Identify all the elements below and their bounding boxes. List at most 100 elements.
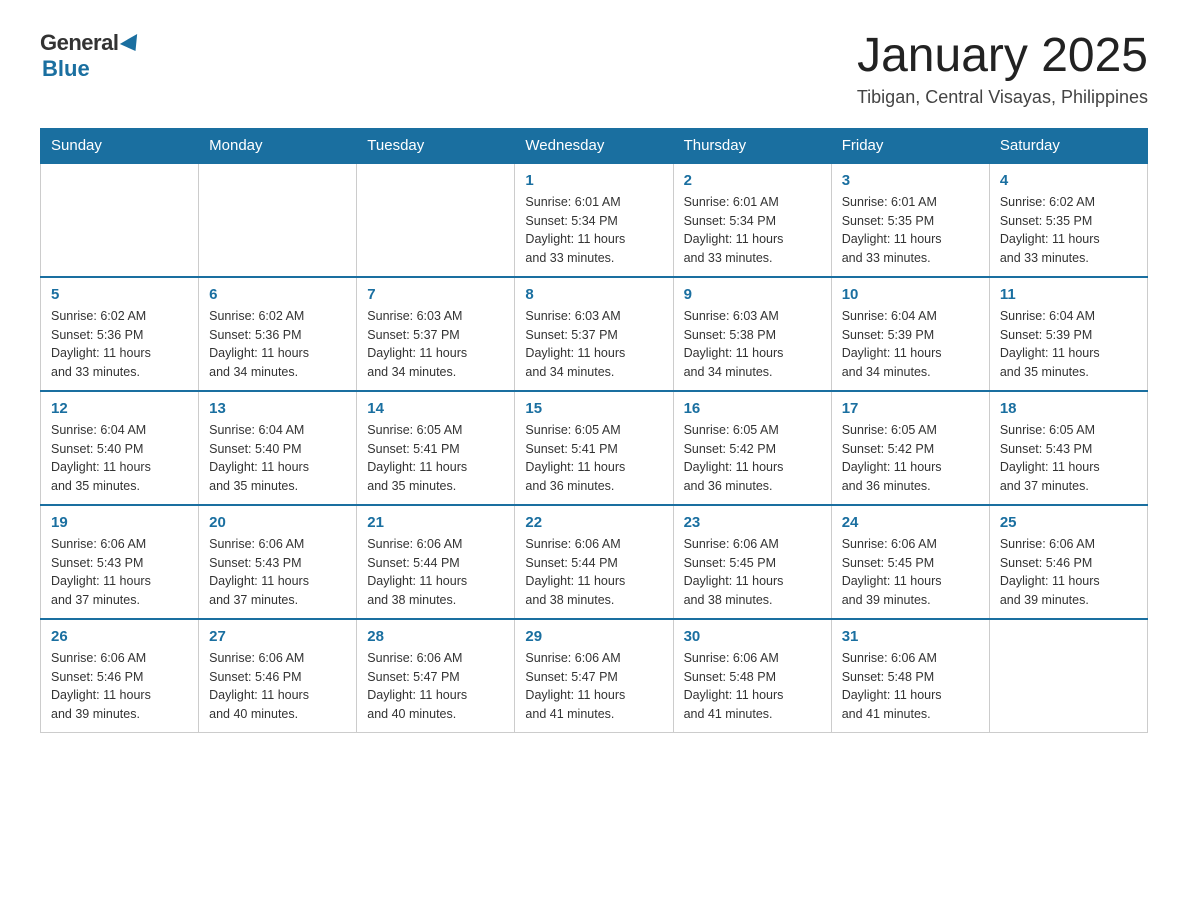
day-number: 28 [367, 628, 504, 645]
calendar-cell: 11 Sunrise: 6:04 AM Sunset: 5:39 PM Dayli… [989, 277, 1147, 391]
day-number: 22 [525, 514, 662, 531]
day-info: Sunrise: 6:06 AM Sunset: 5:43 PM Dayligh… [51, 535, 188, 610]
day-number: 6 [209, 286, 346, 303]
calendar-cell: 31Sunrise: 6:06 AM Sunset: 5:48 PM Dayli… [831, 619, 989, 733]
calendar-cell: 27 Sunrise: 6:06 AM Sunset: 5:46 PM Dayli… [199, 619, 357, 733]
day-number: 24 [842, 514, 979, 531]
day-number: 18 [1000, 400, 1137, 417]
calendar-cell: 20 Sunrise: 6:06 AM Sunset: 5:43 PM Dayli… [199, 505, 357, 619]
calendar-cell [199, 163, 357, 277]
day-info: Sunrise: 6:02 AM Sunset: 5:36 PM Dayligh… [51, 307, 188, 382]
calendar-cell [357, 163, 515, 277]
day-number: 31 [842, 628, 979, 645]
calendar-cell: 6 Sunrise: 6:02 AM Sunset: 5:36 PM Daylig… [199, 277, 357, 391]
calendar-week-row: 12Sunrise: 6:04 AM Sunset: 5:40 PM Dayli… [41, 391, 1148, 505]
calendar-day-header: Thursday [673, 128, 831, 163]
day-number: 11 [1000, 286, 1137, 303]
calendar-cell: 3Sunrise: 6:01 AM Sunset: 5:35 PM Daylig… [831, 163, 989, 277]
calendar-week-row: 1 Sunrise: 6:01 AM Sunset: 5:34 PM Daylig… [41, 163, 1148, 277]
calendar-week-row: 5 Sunrise: 6:02 AM Sunset: 5:36 PM Daylig… [41, 277, 1148, 391]
day-info: Sunrise: 6:04 AM Sunset: 5:39 PM Dayligh… [842, 307, 979, 382]
day-number: 1 [525, 172, 662, 189]
day-info: Sunrise: 6:03 AM Sunset: 5:38 PM Dayligh… [684, 307, 821, 382]
calendar-week-row: 19 Sunrise: 6:06 AM Sunset: 5:43 PM Dayli… [41, 505, 1148, 619]
day-number: 16 [684, 400, 821, 417]
calendar-cell: 9Sunrise: 6:03 AM Sunset: 5:38 PM Daylig… [673, 277, 831, 391]
day-info: Sunrise: 6:04 AM Sunset: 5:40 PM Dayligh… [209, 421, 346, 496]
day-number: 15 [525, 400, 662, 417]
day-info: Sunrise: 6:02 AM Sunset: 5:35 PM Dayligh… [1000, 193, 1137, 268]
page-subtitle: Tibigan, Central Visayas, Philippines [857, 87, 1148, 108]
logo-blue-text: Blue [42, 56, 90, 82]
calendar-cell: 16 Sunrise: 6:05 AM Sunset: 5:42 PM Dayli… [673, 391, 831, 505]
day-number: 2 [684, 172, 821, 189]
calendar-cell: 30 Sunrise: 6:06 AM Sunset: 5:48 PM Dayli… [673, 619, 831, 733]
day-number: 20 [209, 514, 346, 531]
day-info: Sunrise: 6:05 AM Sunset: 5:42 PM Dayligh… [684, 421, 821, 496]
calendar-cell: 5 Sunrise: 6:02 AM Sunset: 5:36 PM Daylig… [41, 277, 199, 391]
calendar-cell: 24 Sunrise: 6:06 AM Sunset: 5:45 PM Dayli… [831, 505, 989, 619]
page-header: General Blue January 2025 Tibigan, Centr… [40, 30, 1148, 108]
calendar-table: SundayMondayTuesdayWednesdayThursdayFrid… [40, 128, 1148, 733]
calendar-cell: 2Sunrise: 6:01 AM Sunset: 5:34 PM Daylig… [673, 163, 831, 277]
day-info: Sunrise: 6:04 AM Sunset: 5:39 PM Dayligh… [1000, 307, 1137, 382]
calendar-cell: 19 Sunrise: 6:06 AM Sunset: 5:43 PM Dayli… [41, 505, 199, 619]
calendar-header-row: SundayMondayTuesdayWednesdayThursdayFrid… [41, 128, 1148, 163]
day-info: Sunrise: 6:05 AM Sunset: 5:43 PM Dayligh… [1000, 421, 1137, 496]
day-info: Sunrise: 6:06 AM Sunset: 5:47 PM Dayligh… [367, 649, 504, 724]
calendar-cell: 15 Sunrise: 6:05 AM Sunset: 5:41 PM Dayli… [515, 391, 673, 505]
day-info: Sunrise: 6:06 AM Sunset: 5:45 PM Dayligh… [684, 535, 821, 610]
day-number: 13 [209, 400, 346, 417]
calendar-cell: 12Sunrise: 6:04 AM Sunset: 5:40 PM Dayli… [41, 391, 199, 505]
logo: General Blue [40, 30, 142, 82]
day-info: Sunrise: 6:06 AM Sunset: 5:47 PM Dayligh… [525, 649, 662, 724]
day-info: Sunrise: 6:05 AM Sunset: 5:41 PM Dayligh… [367, 421, 504, 496]
day-info: Sunrise: 6:01 AM Sunset: 5:34 PM Dayligh… [525, 193, 662, 268]
day-info: Sunrise: 6:06 AM Sunset: 5:48 PM Dayligh… [684, 649, 821, 724]
calendar-cell [989, 619, 1147, 733]
day-number: 10 [842, 286, 979, 303]
day-number: 17 [842, 400, 979, 417]
day-number: 25 [1000, 514, 1137, 531]
calendar-cell: 4Sunrise: 6:02 AM Sunset: 5:35 PM Daylig… [989, 163, 1147, 277]
day-number: 27 [209, 628, 346, 645]
day-info: Sunrise: 6:05 AM Sunset: 5:41 PM Dayligh… [525, 421, 662, 496]
day-info: Sunrise: 6:03 AM Sunset: 5:37 PM Dayligh… [367, 307, 504, 382]
page-title: January 2025 [857, 30, 1148, 83]
day-number: 8 [525, 286, 662, 303]
day-number: 14 [367, 400, 504, 417]
calendar-cell [41, 163, 199, 277]
day-number: 5 [51, 286, 188, 303]
calendar-cell: 22Sunrise: 6:06 AM Sunset: 5:44 PM Dayli… [515, 505, 673, 619]
calendar-cell: 1 Sunrise: 6:01 AM Sunset: 5:34 PM Daylig… [515, 163, 673, 277]
calendar-cell: 8Sunrise: 6:03 AM Sunset: 5:37 PM Daylig… [515, 277, 673, 391]
calendar-day-header: Sunday [41, 128, 199, 163]
title-block: January 2025 Tibigan, Central Visayas, P… [857, 30, 1148, 108]
day-info: Sunrise: 6:06 AM Sunset: 5:43 PM Dayligh… [209, 535, 346, 610]
day-info: Sunrise: 6:06 AM Sunset: 5:44 PM Dayligh… [367, 535, 504, 610]
logo-arrow-icon [120, 34, 144, 56]
calendar-cell: 29 Sunrise: 6:06 AM Sunset: 5:47 PM Dayli… [515, 619, 673, 733]
day-info: Sunrise: 6:06 AM Sunset: 5:46 PM Dayligh… [51, 649, 188, 724]
day-number: 29 [525, 628, 662, 645]
calendar-cell: 17 Sunrise: 6:05 AM Sunset: 5:42 PM Dayli… [831, 391, 989, 505]
day-number: 19 [51, 514, 188, 531]
calendar-cell: 13 Sunrise: 6:04 AM Sunset: 5:40 PM Dayli… [199, 391, 357, 505]
calendar-cell: 18 Sunrise: 6:05 AM Sunset: 5:43 PM Dayli… [989, 391, 1147, 505]
day-info: Sunrise: 6:06 AM Sunset: 5:45 PM Dayligh… [842, 535, 979, 610]
day-number: 21 [367, 514, 504, 531]
calendar-cell: 14 Sunrise: 6:05 AM Sunset: 5:41 PM Dayli… [357, 391, 515, 505]
day-number: 30 [684, 628, 821, 645]
calendar-day-header: Wednesday [515, 128, 673, 163]
day-info: Sunrise: 6:02 AM Sunset: 5:36 PM Dayligh… [209, 307, 346, 382]
day-number: 23 [684, 514, 821, 531]
logo-general-text: General [40, 30, 118, 56]
calendar-cell: 21 Sunrise: 6:06 AM Sunset: 5:44 PM Dayli… [357, 505, 515, 619]
calendar-day-header: Monday [199, 128, 357, 163]
calendar-week-row: 26Sunrise: 6:06 AM Sunset: 5:46 PM Dayli… [41, 619, 1148, 733]
day-info: Sunrise: 6:05 AM Sunset: 5:42 PM Dayligh… [842, 421, 979, 496]
calendar-cell: 23 Sunrise: 6:06 AM Sunset: 5:45 PM Dayli… [673, 505, 831, 619]
day-info: Sunrise: 6:04 AM Sunset: 5:40 PM Dayligh… [51, 421, 188, 496]
day-info: Sunrise: 6:06 AM Sunset: 5:46 PM Dayligh… [209, 649, 346, 724]
day-info: Sunrise: 6:01 AM Sunset: 5:35 PM Dayligh… [842, 193, 979, 268]
